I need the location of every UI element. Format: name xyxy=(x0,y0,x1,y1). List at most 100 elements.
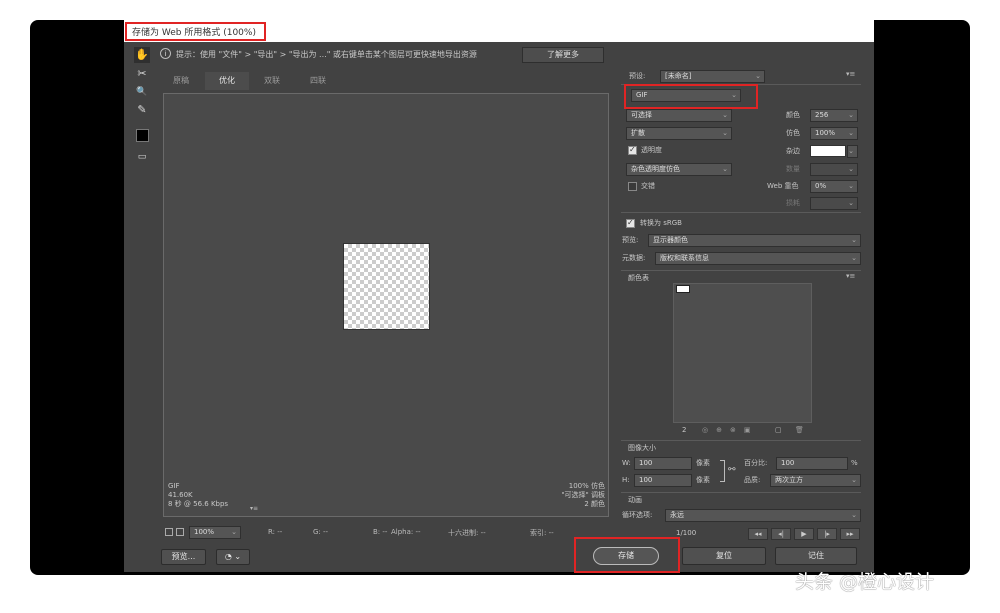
alpha-readout: Alpha: -- xyxy=(391,528,421,536)
amount-label: 数量 xyxy=(786,165,800,173)
transparency-checkbox[interactable] xyxy=(628,145,637,155)
loop-options-select[interactable]: 永远 ⌄ xyxy=(665,509,861,522)
matte-select[interactable]: ⌄ xyxy=(847,145,858,158)
info-dither: 100% 仿色 xyxy=(568,482,605,490)
convert-srgb-label: 转换为 sRGB xyxy=(640,219,682,227)
percent-label: 百分比: xyxy=(744,459,768,467)
loop-options-value: 永远 xyxy=(670,511,684,519)
matte-label: 杂边 xyxy=(786,147,800,155)
chevron-down-icon: ⌄ xyxy=(851,476,857,484)
color-table-title: 颜色表 xyxy=(628,274,649,282)
new-color-icon[interactable]: ▢ xyxy=(775,426,782,434)
preview-button[interactable]: 预览... xyxy=(161,549,206,565)
height-input[interactable]: 100 xyxy=(634,474,692,487)
preview-color-label: 预览: xyxy=(622,236,639,244)
amount-select[interactable]: ⌄ xyxy=(810,163,858,176)
image-size-title: 图像大小 xyxy=(628,444,656,452)
r-readout: R: -- xyxy=(268,528,283,536)
dither-label: 仿色 xyxy=(786,129,800,137)
color-table-tool-icons[interactable]: ◎⊕⊗▣ xyxy=(702,426,758,434)
reset-button[interactable]: 复位 xyxy=(682,547,766,565)
learn-more-button[interactable]: 了解更多 xyxy=(522,47,604,63)
preview-color-select[interactable]: 显示器颜色 ⌄ xyxy=(648,234,861,247)
info-menu-icon[interactable]: ▾≡ xyxy=(250,505,258,512)
dither-amount-select[interactable]: 100% ⌄ xyxy=(810,127,858,140)
metadata-value: 版权和联系信息 xyxy=(660,254,709,262)
eyedropper-color-swatch[interactable] xyxy=(136,129,149,142)
hand-tool-icon[interactable]: ✋ xyxy=(134,47,150,63)
tab-4up[interactable]: 四联 xyxy=(300,72,336,90)
tab-2up[interactable]: 双联 xyxy=(254,72,290,90)
dither-algorithm-value: 扩散 xyxy=(631,129,645,137)
chevron-down-icon: ⌄ xyxy=(851,511,857,519)
last-frame-button[interactable]: ▸▸ xyxy=(840,528,860,540)
eyedropper-tool-icon[interactable]: ✎ xyxy=(134,102,150,118)
file-format-select[interactable]: GIF ⌄ xyxy=(631,89,741,102)
delete-color-icon[interactable]: 🗑 xyxy=(795,426,804,434)
web-snap-select[interactable]: 0% ⌄ xyxy=(810,180,858,193)
matte-color-swatch[interactable] xyxy=(810,145,846,157)
play-button[interactable]: ▶ xyxy=(794,528,814,540)
constrain-link-bracket xyxy=(720,460,725,482)
web-snap-value: 0% xyxy=(815,182,827,190)
zoom-out-icon[interactable] xyxy=(165,528,173,536)
transparency-dither-select[interactable]: 杂色透明度仿色 ⌄ xyxy=(626,163,732,176)
dither-algorithm-select[interactable]: 扩散 ⌄ xyxy=(626,127,732,140)
remember-button[interactable]: 记住 xyxy=(775,547,857,565)
zoom-level-select[interactable]: 100% ⌄ xyxy=(189,526,241,539)
color-reduction-select[interactable]: 可选择 ⌄ xyxy=(626,109,732,122)
height-value: 100 xyxy=(639,476,653,484)
chevron-down-icon: ⌄ xyxy=(231,528,237,536)
width-label: W: xyxy=(622,459,631,467)
info-palette: "可选择" 调板 xyxy=(561,491,605,499)
quality-select[interactable]: 两次立方 ⌄ xyxy=(770,474,861,487)
info-filesize: 41.60K xyxy=(168,491,193,499)
first-frame-button[interactable]: ◂◂ xyxy=(748,528,768,540)
save-button[interactable]: 存储 xyxy=(593,547,659,565)
animation-title: 动画 xyxy=(628,496,642,504)
colors-value: 256 xyxy=(815,111,829,119)
bottom-status-bar: 100% ⌄ R: -- G: -- B: -- Alpha: -- 十六进制: … xyxy=(163,526,613,542)
zoom-tool-icon[interactable]: 🔍 xyxy=(134,84,150,100)
height-label: H: xyxy=(622,476,630,484)
lossy-select[interactable]: ⌄ xyxy=(810,197,858,210)
interlaced-checkbox[interactable] xyxy=(628,182,637,191)
height-unit: 像素 xyxy=(696,476,710,484)
metadata-label: 元数据: xyxy=(622,254,646,262)
slice-tool-icon[interactable]: ✂ xyxy=(134,66,150,82)
prev-frame-button[interactable]: ◂| xyxy=(771,528,791,540)
loop-options-label: 循环选项: xyxy=(622,511,653,519)
zoom-in-icon[interactable] xyxy=(176,528,184,536)
percent-input[interactable]: 100 xyxy=(776,457,848,470)
chevron-down-icon: ⌄ xyxy=(851,236,857,244)
web-snap-label: Web 靠色 xyxy=(767,182,799,190)
preset-menu-icon[interactable]: ▾≡ xyxy=(846,70,855,78)
chevron-down-icon: ⌄ xyxy=(722,111,728,119)
dither-amount-value: 100% xyxy=(815,129,836,137)
preview-info-right: 100% 仿色 "可选择" 调板 2 颜色 xyxy=(520,482,605,509)
next-frame-button[interactable]: |▸ xyxy=(817,528,837,540)
toggle-slices-icon[interactable]: ▭ xyxy=(134,149,150,165)
tab-original[interactable]: 原稿 xyxy=(163,72,199,90)
tab-optimized[interactable]: 优化 xyxy=(205,72,249,90)
colors-select[interactable]: 256 ⌄ xyxy=(810,109,858,122)
divider xyxy=(621,212,861,213)
transparency-label: 透明度 xyxy=(641,146,662,154)
color-table-menu-icon[interactable]: ▾≡ xyxy=(846,272,855,280)
info-format: GIF xyxy=(168,482,180,490)
g-readout: G: -- xyxy=(313,528,329,536)
browser-preview-select[interactable]: ◔ ⌄ xyxy=(216,549,250,565)
chevron-down-icon: ⌄ xyxy=(848,111,854,119)
chevron-down-icon: ⌄ xyxy=(722,165,728,173)
convert-srgb-checkbox[interactable] xyxy=(626,218,635,228)
metadata-select[interactable]: 版权和联系信息 ⌄ xyxy=(655,252,861,265)
link-icon[interactable]: ⚯ xyxy=(728,465,736,475)
info-download-time: 8 秒 @ 56.6 Kbps xyxy=(168,500,229,508)
width-input[interactable]: 100 xyxy=(634,457,692,470)
preset-select[interactable]: [未命名] ⌄ xyxy=(660,70,765,83)
width-unit: 像素 xyxy=(696,459,710,467)
watermark-text: 头条 @橙心设计 xyxy=(795,571,935,593)
color-table[interactable] xyxy=(673,283,812,423)
color-table-swatch[interactable] xyxy=(676,285,690,293)
width-value: 100 xyxy=(639,459,653,467)
